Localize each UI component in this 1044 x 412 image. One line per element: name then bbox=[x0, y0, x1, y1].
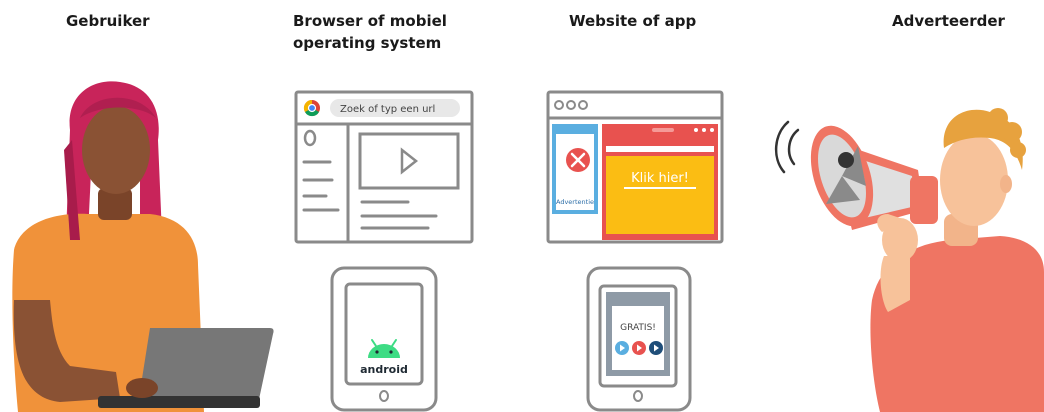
android-phone: android bbox=[330, 266, 438, 412]
cta-label[interactable]: Klik hier! bbox=[631, 171, 689, 186]
website-window: Advertentie Klik hier! bbox=[546, 90, 724, 244]
browser-window: Zoek of typ een url bbox=[294, 90, 474, 244]
megaphone-icon bbox=[810, 125, 938, 230]
advertiser-illustration bbox=[775, 108, 1044, 412]
ad-label: Advertentie bbox=[556, 198, 594, 206]
app-ad[interactable] bbox=[612, 306, 664, 370]
promo-label: GRATIS! bbox=[620, 323, 656, 333]
app-phone: GRATIS! bbox=[586, 266, 692, 412]
search-placeholder: Zoek of typ een url bbox=[340, 104, 435, 115]
laptop-icon bbox=[138, 328, 274, 404]
cta-banner[interactable] bbox=[606, 156, 714, 234]
scene-illustration: Zoek of typ een url android Advertentie … bbox=[12, 81, 1044, 412]
user-illustration bbox=[12, 81, 274, 412]
chrome-icon bbox=[303, 99, 320, 117]
android-label: android bbox=[360, 363, 408, 376]
sound-wave-icon bbox=[787, 128, 800, 166]
